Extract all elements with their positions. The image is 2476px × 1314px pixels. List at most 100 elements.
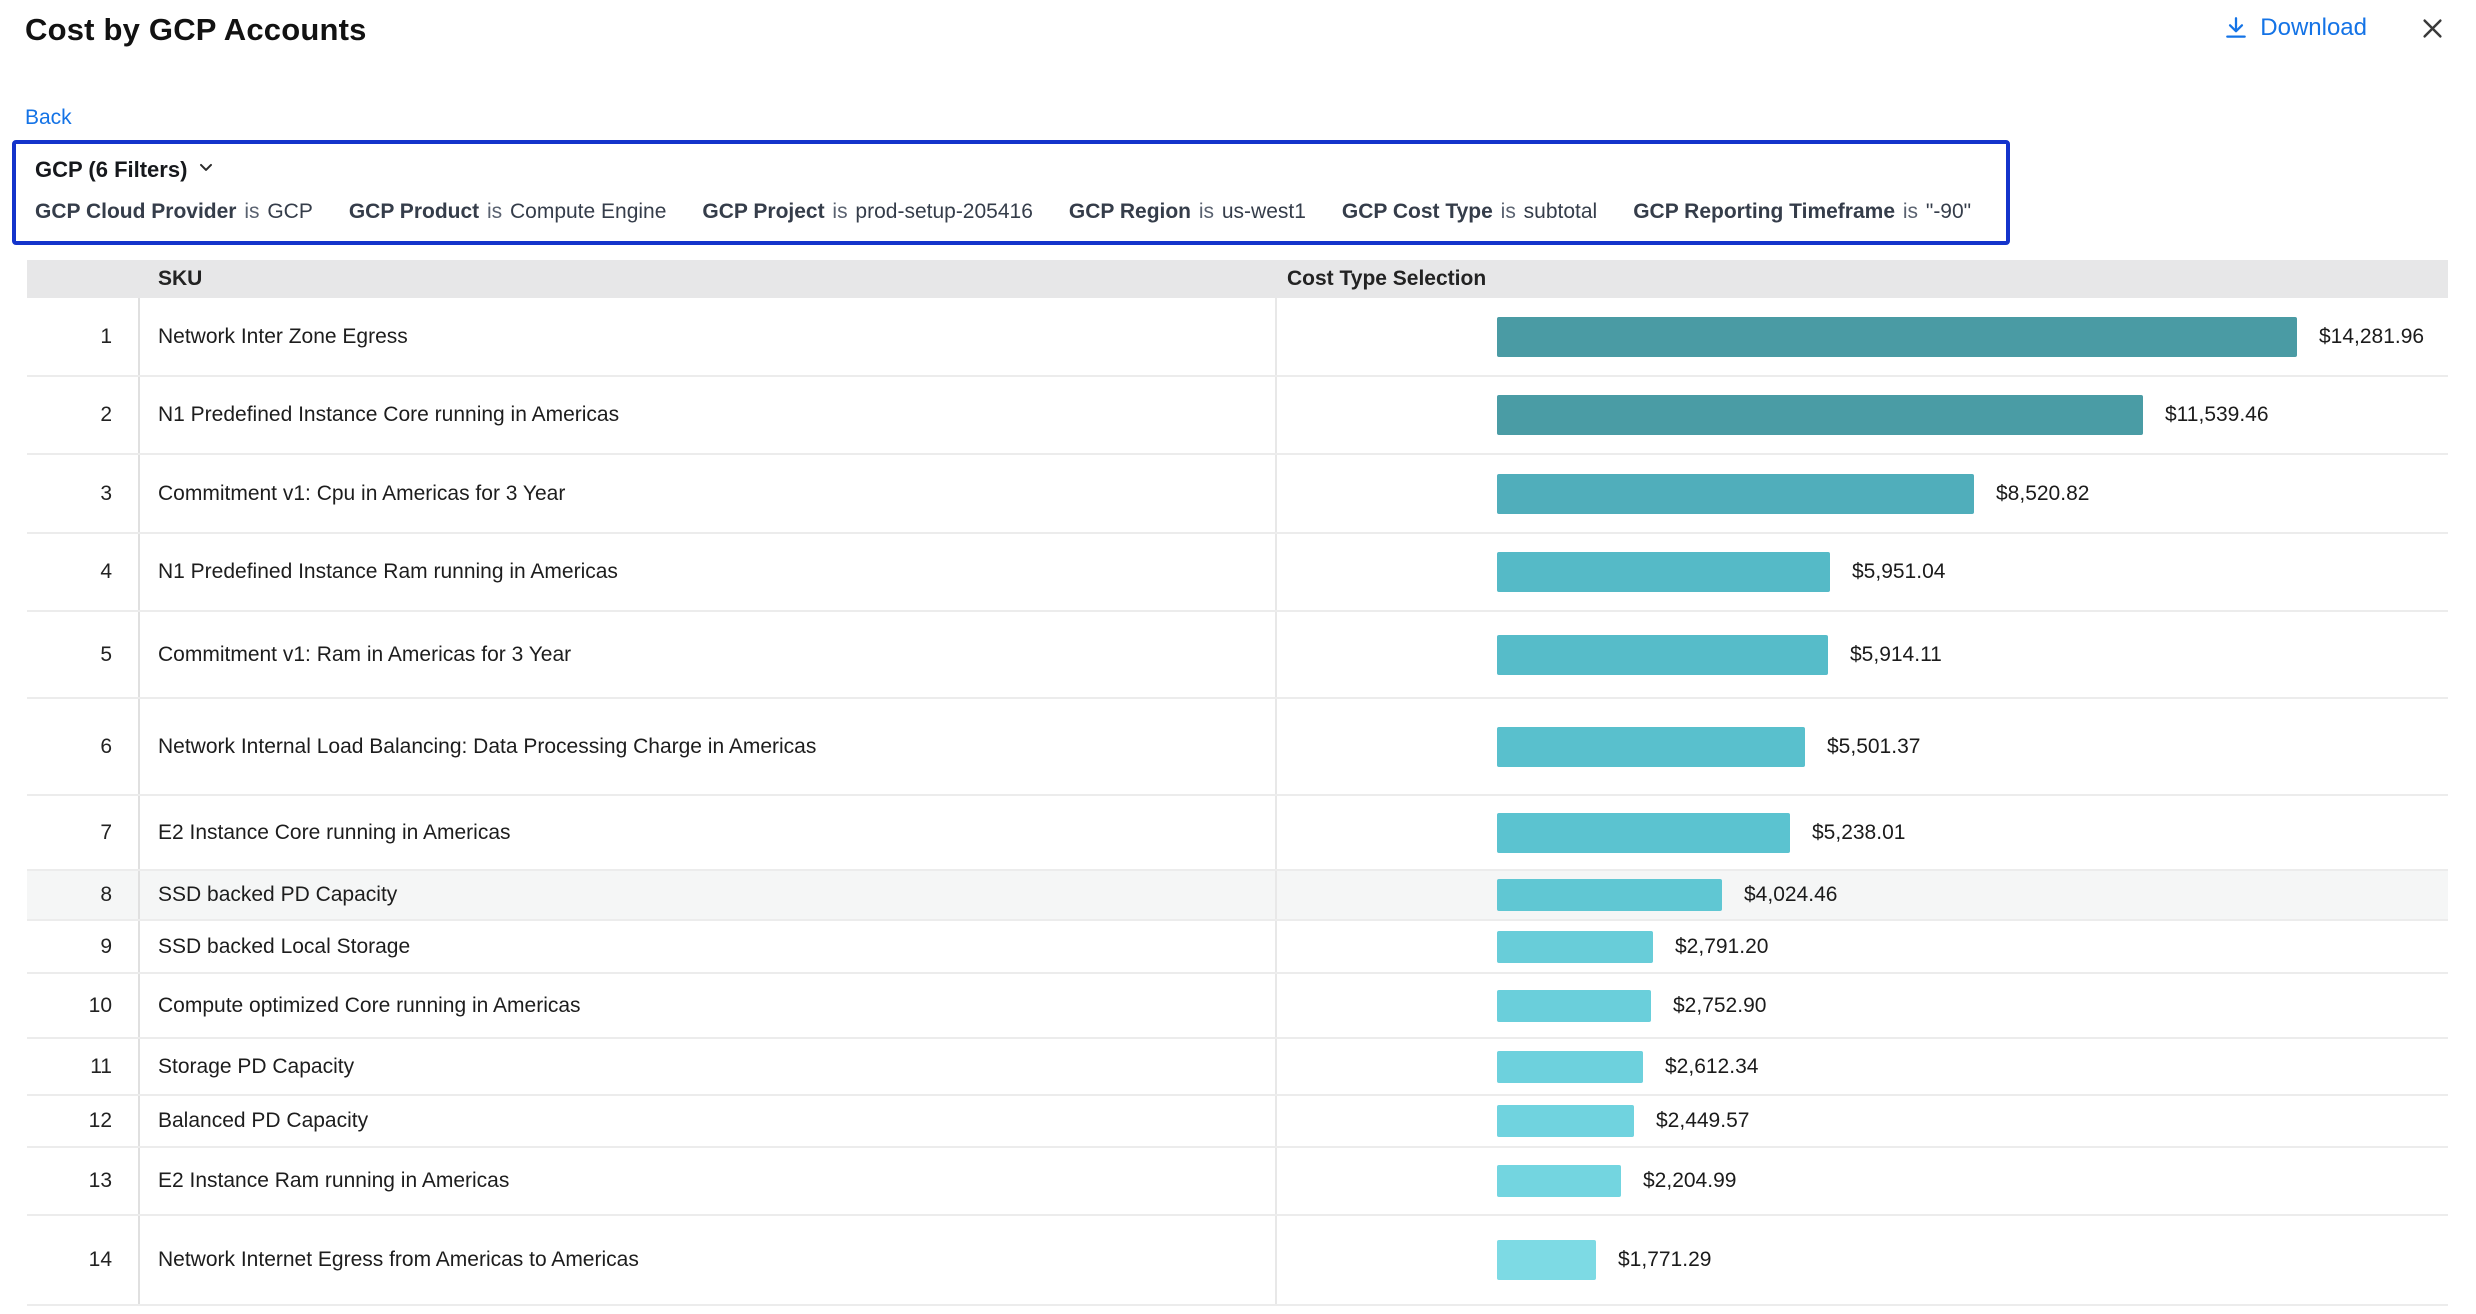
row-index: 6 [27,699,140,794]
cost-bar-cell: $11,539.46 [1275,377,2448,453]
cost-bar-cell: $8,520.82 [1275,455,2448,532]
row-index: 2 [27,377,140,453]
cost-bar[interactable] [1497,1105,1634,1137]
table-row[interactable]: 2N1 Predefined Instance Core running in … [27,377,2448,455]
column-header-cost-type-selection: Cost Type Selection [1275,267,2448,291]
cost-bar-cell: $1,771.29 [1275,1216,2448,1304]
cost-value-label: $2,204.99 [1643,1169,1736,1193]
sku-label: Commitment v1: Cpu in Americas for 3 Yea… [140,455,1275,532]
filter-operator: is [479,200,510,223]
row-index: 4 [27,534,140,610]
filter-operator: is [1191,200,1222,223]
cost-bar[interactable] [1497,317,2297,357]
cost-bar-cell: $2,752.90 [1275,974,2448,1037]
cost-bar-cell: $2,449.57 [1275,1096,2448,1146]
table-body: 1Network Inter Zone Egress$14,281.962N1 … [27,298,2448,1306]
filter-item[interactable]: GCP Region is us-west1 [1069,200,1306,224]
filter-value: GCP [267,200,313,223]
cost-table: SKU Cost Type Selection 1Network Inter Z… [27,260,2448,1306]
download-icon [2223,15,2249,41]
cost-bar-cell: $14,281.96 [1275,298,2448,375]
close-icon[interactable] [2419,15,2446,42]
filter-summary-dropdown[interactable]: GCP (6 Filters) [35,157,216,183]
sku-label: Balanced PD Capacity [140,1096,1275,1146]
filter-attribute: GCP Project [702,200,824,223]
download-button[interactable]: Download [2223,14,2367,42]
filter-operator: is [825,200,856,223]
row-index: 3 [27,455,140,532]
row-index: 9 [27,921,140,972]
filter-items: GCP Cloud Provider is GCP GCP Product is … [35,200,1987,224]
row-index: 7 [27,796,140,869]
table-row[interactable]: 4N1 Predefined Instance Ram running in A… [27,534,2448,612]
row-index: 5 [27,612,140,697]
top-bar: Cost by GCP Accounts Download [0,0,2476,48]
cost-bar[interactable] [1497,1051,1643,1083]
filter-operator: is [236,200,267,223]
row-index: 14 [27,1216,140,1304]
filter-value: Compute Engine [510,200,666,223]
sku-label: Commitment v1: Ram in Americas for 3 Yea… [140,612,1275,697]
cost-bar[interactable] [1497,474,1974,514]
table-row[interactable]: 5Commitment v1: Ram in Americas for 3 Ye… [27,612,2448,699]
filter-value: us-west1 [1222,200,1306,223]
filter-item[interactable]: GCP Product is Compute Engine [349,200,667,224]
table-row[interactable]: 12Balanced PD Capacity$2,449.57 [27,1096,2448,1148]
cost-bar[interactable] [1497,395,2143,435]
cost-value-label: $8,520.82 [1996,482,2089,506]
filter-operator: is [1493,200,1524,223]
sku-label: E2 Instance Ram running in Americas [140,1148,1275,1214]
table-row[interactable]: 11Storage PD Capacity$2,612.34 [27,1039,2448,1096]
table-row[interactable]: 10Compute optimized Core running in Amer… [27,974,2448,1039]
cost-value-label: $5,238.01 [1812,821,1905,845]
table-row[interactable]: 3Commitment v1: Cpu in Americas for 3 Ye… [27,455,2448,534]
cost-bar-cell: $2,791.20 [1275,921,2448,972]
filter-attribute: GCP Region [1069,200,1191,223]
cost-by-gcp-accounts-panel: Cost by GCP Accounts Download Back GCP (… [0,0,2476,1314]
filter-item[interactable]: GCP Project is prod-setup-205416 [702,200,1032,224]
cost-bar[interactable] [1497,879,1722,911]
back-link[interactable]: Back [25,106,72,130]
sku-label: Storage PD Capacity [140,1039,1275,1094]
filter-panel: GCP (6 Filters) GCP Cloud Provider is GC… [12,140,2010,245]
page-title: Cost by GCP Accounts [25,12,367,48]
row-index: 1 [27,298,140,375]
cost-bar-cell: $4,024.46 [1275,871,2448,919]
cost-value-label: $1,771.29 [1618,1248,1711,1272]
cost-bar[interactable] [1497,1240,1596,1280]
filter-attribute: GCP Reporting Timeframe [1633,200,1895,223]
sku-label: N1 Predefined Instance Ram running in Am… [140,534,1275,610]
filter-item[interactable]: GCP Cloud Provider is GCP [35,200,313,224]
cost-bar-cell: $5,238.01 [1275,796,2448,869]
cost-bar[interactable] [1497,635,1828,675]
cost-bar-cell: $5,914.11 [1275,612,2448,697]
filter-item[interactable]: GCP Cost Type is subtotal [1342,200,1597,224]
cost-value-label: $14,281.96 [2319,325,2424,349]
table-row[interactable]: 13E2 Instance Ram running in Americas$2,… [27,1148,2448,1216]
table-row[interactable]: 1Network Inter Zone Egress$14,281.96 [27,298,2448,377]
cost-value-label: $4,024.46 [1744,883,1837,907]
cost-bar-cell: $5,951.04 [1275,534,2448,610]
cost-bar[interactable] [1497,813,1790,853]
filter-item[interactable]: GCP Reporting Timeframe is "-90" [1633,200,1971,224]
cost-bar[interactable] [1497,727,1805,767]
cost-bar[interactable] [1497,552,1830,592]
download-label: Download [2260,14,2367,42]
cost-bar-cell: $5,501.37 [1275,699,2448,794]
row-index: 12 [27,1096,140,1146]
row-index: 8 [27,871,140,919]
table-row[interactable]: 6Network Internal Load Balancing: Data P… [27,699,2448,796]
cost-bar[interactable] [1497,990,1651,1022]
table-row[interactable]: 8SSD backed PD Capacity $4,024.46 [27,871,2448,921]
table-row[interactable]: 14Network Internet Egress from Americas … [27,1216,2448,1306]
cost-bar[interactable] [1497,1165,1621,1197]
top-actions: Download [2223,14,2446,42]
table-row[interactable]: 9SSD backed Local Storage$2,791.20 [27,921,2448,974]
cost-bar[interactable] [1497,931,1653,963]
filter-operator: is [1895,200,1926,223]
cost-value-label: $5,501.37 [1827,735,1920,759]
cost-bar-cell: $2,204.99 [1275,1148,2448,1214]
table-row[interactable]: 7E2 Instance Core running in Americas$5,… [27,796,2448,871]
cost-value-label: $5,914.11 [1850,643,1942,667]
sku-label: SSD backed PD Capacity [140,871,1275,919]
